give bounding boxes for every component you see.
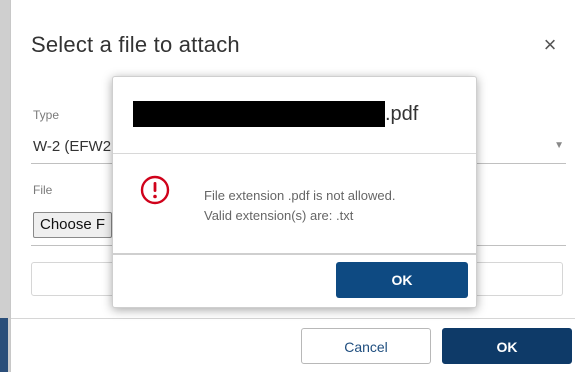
file-label: File [33, 183, 53, 197]
chevron-down-icon: ▼ [554, 140, 564, 151]
close-icon[interactable]: × [539, 34, 561, 56]
file-extension-alert: .pdf File extension .pdf is not allowed.… [112, 76, 477, 308]
redacted-filename [133, 101, 385, 127]
error-icon [140, 175, 170, 205]
alert-message-line-1: File extension .pdf is not allowed. [204, 188, 396, 203]
underlying-page-accent [0, 318, 8, 372]
type-selected-value: W-2 (EFW2 [33, 138, 112, 155]
alert-ok-button[interactable]: OK [336, 262, 468, 298]
alert-title-extension: .pdf [385, 103, 419, 125]
alert-footer-divider [113, 253, 476, 255]
choose-file-button[interactable]: Choose F [33, 212, 113, 238]
ok-button[interactable]: OK [442, 328, 572, 364]
underlying-page-edge [0, 0, 10, 372]
type-label: Type [33, 108, 60, 122]
alert-message-line-2: Valid extension(s) are: .txt [204, 208, 354, 223]
alert-divider [113, 153, 476, 154]
cancel-button[interactable]: Cancel [301, 328, 431, 364]
footer-divider [11, 318, 575, 319]
dialog-title: Select a file to attach [31, 32, 240, 57]
